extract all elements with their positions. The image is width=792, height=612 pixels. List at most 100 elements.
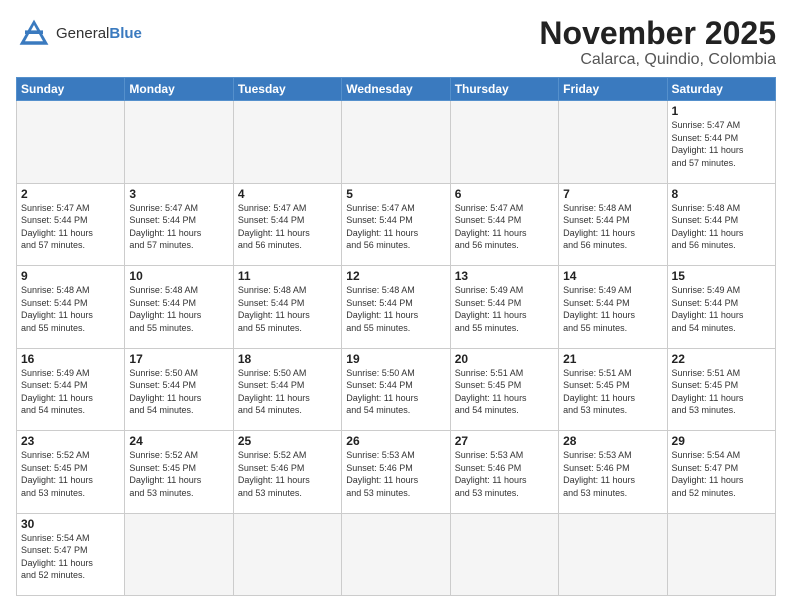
calendar-cell: 18Sunrise: 5:50 AM Sunset: 5:44 PM Dayli… bbox=[233, 348, 341, 430]
day-number: 17 bbox=[129, 352, 228, 366]
day-info: Sunrise: 5:50 AM Sunset: 5:44 PM Dayligh… bbox=[346, 367, 445, 417]
calendar-cell: 21Sunrise: 5:51 AM Sunset: 5:45 PM Dayli… bbox=[559, 348, 667, 430]
calendar-cell: 24Sunrise: 5:52 AM Sunset: 5:45 PM Dayli… bbox=[125, 431, 233, 513]
day-info: Sunrise: 5:48 AM Sunset: 5:44 PM Dayligh… bbox=[563, 202, 662, 252]
day-info: Sunrise: 5:48 AM Sunset: 5:44 PM Dayligh… bbox=[21, 284, 120, 334]
day-info: Sunrise: 5:47 AM Sunset: 5:44 PM Dayligh… bbox=[129, 202, 228, 252]
calendar-cell: 9Sunrise: 5:48 AM Sunset: 5:44 PM Daylig… bbox=[17, 266, 125, 348]
day-number: 8 bbox=[672, 187, 771, 201]
title-block: November 2025 Calarca, Quindio, Colombia bbox=[539, 16, 776, 69]
day-number: 26 bbox=[346, 434, 445, 448]
main-title: November 2025 bbox=[539, 16, 776, 51]
calendar-header-wednesday: Wednesday bbox=[342, 78, 450, 101]
calendar-cell: 17Sunrise: 5:50 AM Sunset: 5:44 PM Dayli… bbox=[125, 348, 233, 430]
day-number: 13 bbox=[455, 269, 554, 283]
day-info: Sunrise: 5:50 AM Sunset: 5:44 PM Dayligh… bbox=[129, 367, 228, 417]
calendar-cell: 2Sunrise: 5:47 AM Sunset: 5:44 PM Daylig… bbox=[17, 183, 125, 265]
day-number: 7 bbox=[563, 187, 662, 201]
day-info: Sunrise: 5:54 AM Sunset: 5:47 PM Dayligh… bbox=[21, 532, 120, 582]
day-number: 19 bbox=[346, 352, 445, 366]
day-info: Sunrise: 5:53 AM Sunset: 5:46 PM Dayligh… bbox=[455, 449, 554, 499]
calendar-week-0: 1Sunrise: 5:47 AM Sunset: 5:44 PM Daylig… bbox=[17, 101, 776, 183]
calendar-week-1: 2 Sunrise: 5:47 AM Sunset: 5:44 PM Daylig… bbox=[17, 183, 776, 265]
day-number: 11 bbox=[238, 269, 337, 283]
calendar-header-thursday: Thursday bbox=[450, 78, 558, 101]
day-info: Sunrise: 5:47 AM Sunset: 5:44 PM Dayligh… bbox=[455, 202, 554, 252]
calendar-cell bbox=[450, 101, 558, 183]
day-number: 16 bbox=[21, 352, 120, 366]
day-info: Sunrise: 5:53 AM Sunset: 5:46 PM Dayligh… bbox=[563, 449, 662, 499]
calendar-cell: 12Sunrise: 5:48 AM Sunset: 5:44 PM Dayli… bbox=[342, 266, 450, 348]
day-number: 18 bbox=[238, 352, 337, 366]
calendar-cell: 13Sunrise: 5:49 AM Sunset: 5:44 PM Dayli… bbox=[450, 266, 558, 348]
calendar-header-row: SundayMondayTuesdayWednesdayThursdayFrid… bbox=[17, 78, 776, 101]
day-info: Sunrise: 5:48 AM Sunset: 5:44 PM Dayligh… bbox=[346, 284, 445, 334]
calendar-cell bbox=[233, 101, 341, 183]
day-info: Sunrise: 5:49 AM Sunset: 5:44 PM Dayligh… bbox=[21, 367, 120, 417]
calendar-cell: 16Sunrise: 5:49 AM Sunset: 5:44 PM Dayli… bbox=[17, 348, 125, 430]
calendar-cell bbox=[17, 101, 125, 183]
calendar-cell bbox=[667, 513, 775, 595]
calendar-cell bbox=[233, 513, 341, 595]
calendar-cell bbox=[342, 101, 450, 183]
calendar-cell: 30Sunrise: 5:54 AM Sunset: 5:47 PM Dayli… bbox=[17, 513, 125, 595]
calendar-header-monday: Monday bbox=[125, 78, 233, 101]
calendar-cell: 22Sunrise: 5:51 AM Sunset: 5:45 PM Dayli… bbox=[667, 348, 775, 430]
day-number: 3 bbox=[129, 187, 228, 201]
calendar-cell: 29Sunrise: 5:54 AM Sunset: 5:47 PM Dayli… bbox=[667, 431, 775, 513]
day-number: 22 bbox=[672, 352, 771, 366]
calendar-header-sunday: Sunday bbox=[17, 78, 125, 101]
calendar-header-tuesday: Tuesday bbox=[233, 78, 341, 101]
calendar-cell: 14Sunrise: 5:49 AM Sunset: 5:44 PM Dayli… bbox=[559, 266, 667, 348]
day-info: Sunrise: 5:49 AM Sunset: 5:44 PM Dayligh… bbox=[563, 284, 662, 334]
calendar-header-friday: Friday bbox=[559, 78, 667, 101]
calendar-cell: 10Sunrise: 5:48 AM Sunset: 5:44 PM Dayli… bbox=[125, 266, 233, 348]
calendar-cell: 20Sunrise: 5:51 AM Sunset: 5:45 PM Dayli… bbox=[450, 348, 558, 430]
subtitle: Calarca, Quindio, Colombia bbox=[539, 51, 776, 69]
calendar-cell: 4Sunrise: 5:47 AM Sunset: 5:44 PM Daylig… bbox=[233, 183, 341, 265]
day-info: Sunrise: 5:48 AM Sunset: 5:44 PM Dayligh… bbox=[238, 284, 337, 334]
day-info: Sunrise: 5:51 AM Sunset: 5:45 PM Dayligh… bbox=[672, 367, 771, 417]
day-number: 6 bbox=[455, 187, 554, 201]
logo-line2: Blue bbox=[109, 25, 142, 42]
calendar-table: SundayMondayTuesdayWednesdayThursdayFrid… bbox=[16, 77, 776, 596]
page: GeneralBlue November 2025 Calarca, Quind… bbox=[0, 0, 792, 612]
day-number: 12 bbox=[346, 269, 445, 283]
calendar-cell bbox=[559, 101, 667, 183]
day-info: Sunrise: 5:49 AM Sunset: 5:44 PM Dayligh… bbox=[672, 284, 771, 334]
day-info: Sunrise: 5:51 AM Sunset: 5:45 PM Dayligh… bbox=[563, 367, 662, 417]
day-number: 23 bbox=[21, 434, 120, 448]
day-info: Sunrise: 5:50 AM Sunset: 5:44 PM Dayligh… bbox=[238, 367, 337, 417]
day-number: 15 bbox=[672, 269, 771, 283]
calendar-cell bbox=[125, 513, 233, 595]
logo-icon bbox=[16, 16, 52, 52]
calendar-cell: 27Sunrise: 5:53 AM Sunset: 5:46 PM Dayli… bbox=[450, 431, 558, 513]
day-number: 25 bbox=[238, 434, 337, 448]
day-info: Sunrise: 5:49 AM Sunset: 5:44 PM Dayligh… bbox=[455, 284, 554, 334]
calendar-cell bbox=[450, 513, 558, 595]
logo-line1: General bbox=[56, 25, 109, 42]
calendar-header-saturday: Saturday bbox=[667, 78, 775, 101]
calendar-cell: 15Sunrise: 5:49 AM Sunset: 5:44 PM Dayli… bbox=[667, 266, 775, 348]
calendar-week-2: 9Sunrise: 5:48 AM Sunset: 5:44 PM Daylig… bbox=[17, 266, 776, 348]
day-info: Sunrise: 5:52 AM Sunset: 5:46 PM Dayligh… bbox=[238, 449, 337, 499]
day-number: 2 bbox=[21, 187, 120, 201]
day-info: Sunrise: 5:47 AM Sunset: 5:44 PM Dayligh… bbox=[346, 202, 445, 252]
calendar-cell: 8Sunrise: 5:48 AM Sunset: 5:44 PM Daylig… bbox=[667, 183, 775, 265]
day-info: Sunrise: 5:47 AM Sunset: 5:44 PM Dayligh… bbox=[672, 119, 771, 169]
day-info: Sunrise: 5:47 AM Sunset: 5:44 PM Dayligh… bbox=[238, 202, 337, 252]
day-number: 1 bbox=[672, 104, 771, 118]
calendar-cell: 28Sunrise: 5:53 AM Sunset: 5:46 PM Dayli… bbox=[559, 431, 667, 513]
calendar-cell: 6Sunrise: 5:47 AM Sunset: 5:44 PM Daylig… bbox=[450, 183, 558, 265]
calendar-cell: 23Sunrise: 5:52 AM Sunset: 5:45 PM Dayli… bbox=[17, 431, 125, 513]
day-number: 27 bbox=[455, 434, 554, 448]
day-number: 21 bbox=[563, 352, 662, 366]
day-number: 20 bbox=[455, 352, 554, 366]
calendar-cell bbox=[342, 513, 450, 595]
day-number: 30 bbox=[21, 517, 120, 531]
day-number: 24 bbox=[129, 434, 228, 448]
calendar-week-3: 16Sunrise: 5:49 AM Sunset: 5:44 PM Dayli… bbox=[17, 348, 776, 430]
calendar-cell: 7Sunrise: 5:48 AM Sunset: 5:44 PM Daylig… bbox=[559, 183, 667, 265]
calendar-cell: 25Sunrise: 5:52 AM Sunset: 5:46 PM Dayli… bbox=[233, 431, 341, 513]
day-number: 4 bbox=[238, 187, 337, 201]
